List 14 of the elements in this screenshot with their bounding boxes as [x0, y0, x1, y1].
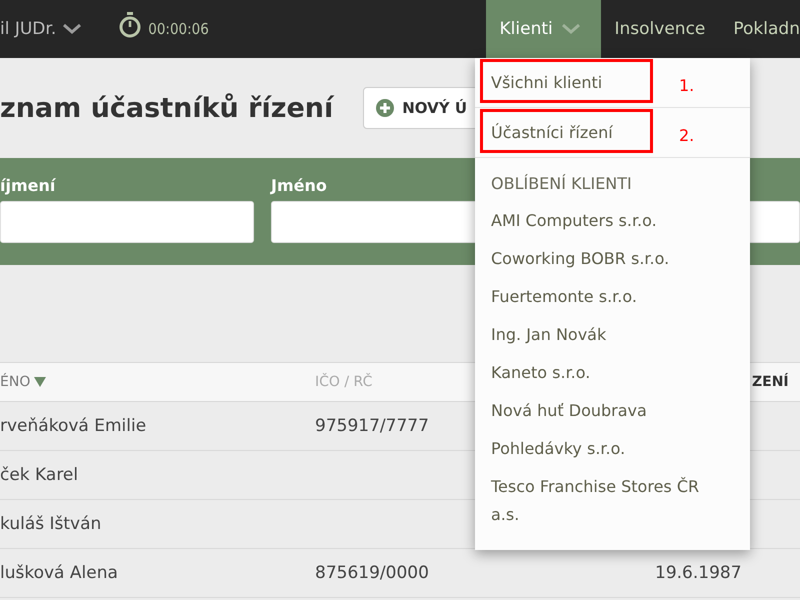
table-cell: 875619/0000 [315, 563, 429, 583]
annotation-number: 1. [679, 76, 694, 95]
timer: 00:00:06 [148, 20, 209, 38]
page-title: znam účastníků řízení [0, 92, 334, 124]
filter-label: íjmení [0, 176, 56, 195]
table-cell: ček Karel [0, 465, 78, 485]
menu-section-heading: OBLÍBENÍ KLIENTI [490, 173, 633, 193]
annotation-number: 2. [679, 126, 694, 145]
table-cell: kuláš Ištván [0, 514, 102, 534]
table-cell: 19.6.1987 [655, 563, 742, 583]
table-cell: 975917/7777 [315, 416, 429, 436]
table-cell: lušková Alena [0, 563, 118, 583]
filter-label: Jméno [271, 176, 327, 195]
table-cell: rveňáková Emilie [0, 416, 146, 436]
